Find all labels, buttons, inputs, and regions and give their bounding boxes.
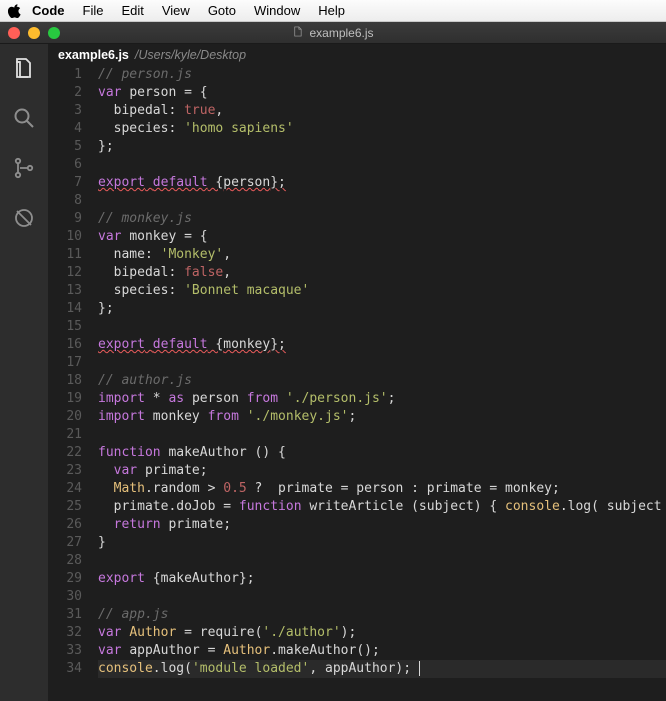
code-line[interactable]: return primate;	[98, 516, 666, 534]
menubar-item-file[interactable]: File	[83, 3, 104, 18]
window-close-button[interactable]	[8, 27, 20, 39]
line-number: 32	[48, 624, 82, 642]
code-line[interactable]: // app.js	[98, 606, 666, 624]
line-number: 25	[48, 498, 82, 516]
menubar-item-app[interactable]: Code	[32, 3, 65, 18]
line-number: 27	[48, 534, 82, 552]
apple-logo-icon[interactable]	[8, 4, 22, 18]
line-number: 14	[48, 300, 82, 318]
code-line[interactable]: console.log('module loaded', appAuthor);	[98, 660, 666, 678]
line-number: 23	[48, 462, 82, 480]
line-number: 33	[48, 642, 82, 660]
menubar-item-edit[interactable]: Edit	[121, 3, 143, 18]
line-number: 1	[48, 66, 82, 84]
breadcrumb-filename: example6.js	[58, 48, 129, 62]
search-icon[interactable]	[10, 104, 38, 132]
line-number: 5	[48, 138, 82, 156]
code-content[interactable]: // person.jsvar person = { bipedal: true…	[98, 66, 666, 701]
code-line[interactable]: // author.js	[98, 372, 666, 390]
line-number: 4	[48, 120, 82, 138]
line-number: 10	[48, 228, 82, 246]
line-number: 20	[48, 408, 82, 426]
menubar-item-goto[interactable]: Goto	[208, 3, 236, 18]
code-line[interactable]	[98, 156, 666, 174]
window-title: example6.js	[309, 26, 373, 40]
line-number: 8	[48, 192, 82, 210]
line-number: 24	[48, 480, 82, 498]
code-line[interactable]: bipedal: false,	[98, 264, 666, 282]
code-line[interactable]	[98, 426, 666, 444]
line-number: 6	[48, 156, 82, 174]
code-line[interactable]	[98, 192, 666, 210]
line-number: 22	[48, 444, 82, 462]
code-line[interactable]: primate.doJob = function writeArticle (s…	[98, 498, 666, 516]
code-line[interactable]	[98, 588, 666, 606]
code-line[interactable]: }	[98, 534, 666, 552]
line-number: 19	[48, 390, 82, 408]
code-line[interactable]: var appAuthor = Author.makeAuthor();	[98, 642, 666, 660]
code-line[interactable]: bipedal: true,	[98, 102, 666, 120]
window-minimize-button[interactable]	[28, 27, 40, 39]
code-line[interactable]: var monkey = {	[98, 228, 666, 246]
code-line[interactable]: };	[98, 138, 666, 156]
menubar-item-window[interactable]: Window	[254, 3, 300, 18]
code-line[interactable]: species: 'Bonnet macaque'	[98, 282, 666, 300]
line-number: 9	[48, 210, 82, 228]
code-line[interactable]: import * as person from './person.js';	[98, 390, 666, 408]
code-line[interactable]	[98, 318, 666, 336]
line-number: 17	[48, 354, 82, 372]
code-line[interactable]: // monkey.js	[98, 210, 666, 228]
line-number: 11	[48, 246, 82, 264]
editor-column: example6.js /Users/kyle/Desktop 12345678…	[48, 44, 666, 701]
line-number: 3	[48, 102, 82, 120]
window-controls	[8, 27, 60, 39]
breadcrumb-path: /Users/kyle/Desktop	[135, 48, 246, 62]
debug-icon[interactable]	[10, 204, 38, 232]
line-number: 30	[48, 588, 82, 606]
file-icon	[292, 25, 303, 41]
window-titlebar: example6.js	[0, 22, 666, 44]
code-line[interactable]: function makeAuthor () {	[98, 444, 666, 462]
code-line[interactable]: var person = {	[98, 84, 666, 102]
line-number: 28	[48, 552, 82, 570]
code-editor[interactable]: 1234567891011121314151617181920212223242…	[48, 66, 666, 701]
line-number: 16	[48, 336, 82, 354]
line-number: 26	[48, 516, 82, 534]
line-number: 13	[48, 282, 82, 300]
source-control-icon[interactable]	[10, 154, 38, 182]
code-line[interactable]: export default {monkey};	[98, 336, 666, 354]
line-number: 2	[48, 84, 82, 102]
code-line[interactable]: var Author = require('./author');	[98, 624, 666, 642]
line-number: 7	[48, 174, 82, 192]
code-line[interactable]	[98, 354, 666, 372]
line-number: 21	[48, 426, 82, 444]
code-line[interactable]: // person.js	[98, 66, 666, 84]
line-number: 15	[48, 318, 82, 336]
line-number: 31	[48, 606, 82, 624]
line-number: 12	[48, 264, 82, 282]
line-number: 34	[48, 660, 82, 678]
window-zoom-button[interactable]	[48, 27, 60, 39]
breadcrumb: example6.js /Users/kyle/Desktop	[48, 44, 666, 66]
activity-bar	[0, 44, 48, 701]
macos-menubar: Code File Edit View Goto Window Help	[0, 0, 666, 22]
line-number: 29	[48, 570, 82, 588]
code-line[interactable]: name: 'Monkey',	[98, 246, 666, 264]
menubar-item-help[interactable]: Help	[318, 3, 345, 18]
menubar-item-view[interactable]: View	[162, 3, 190, 18]
code-line[interactable]	[98, 552, 666, 570]
code-line[interactable]: var primate;	[98, 462, 666, 480]
code-line[interactable]: Math.random > 0.5 ? primate = person : p…	[98, 480, 666, 498]
code-line[interactable]: import monkey from './monkey.js';	[98, 408, 666, 426]
explorer-icon[interactable]	[10, 54, 38, 82]
cursor	[419, 661, 420, 676]
code-line[interactable]: species: 'homo sapiens'	[98, 120, 666, 138]
line-number-gutter: 1234567891011121314151617181920212223242…	[48, 66, 98, 701]
code-line[interactable]: };	[98, 300, 666, 318]
code-line[interactable]: export {makeAuthor};	[98, 570, 666, 588]
code-line[interactable]: export default {person};	[98, 174, 666, 192]
editor-app: example6.js /Users/kyle/Desktop 12345678…	[0, 44, 666, 701]
line-number: 18	[48, 372, 82, 390]
